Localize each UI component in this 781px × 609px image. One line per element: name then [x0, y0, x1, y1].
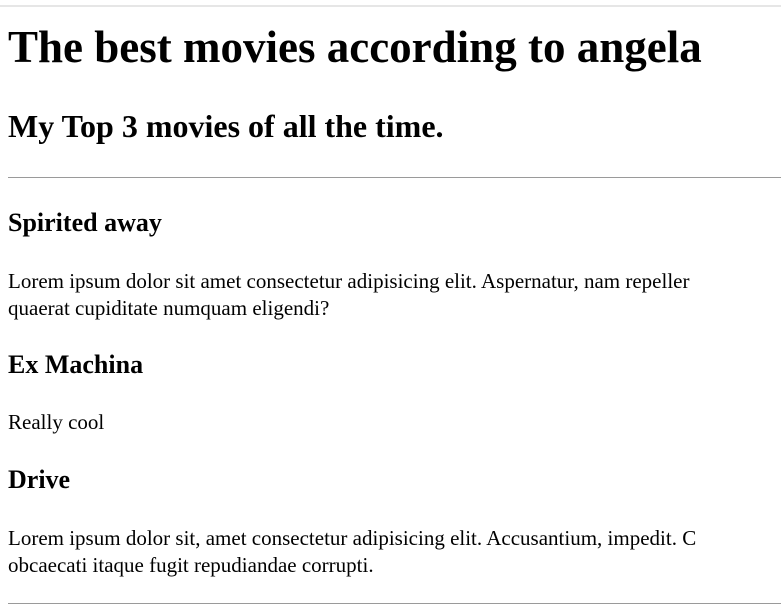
movie-description-line: Lorem ipsum dolor sit, amet consectetur …: [8, 526, 697, 550]
movie-title-drive: Drive: [8, 465, 71, 494]
page-content: The best movies according to angela My T…: [8, 0, 781, 609]
movie-description-line: Really cool: [8, 410, 105, 434]
movie-title-spirited-away: Spirited away: [8, 208, 162, 237]
movie-description-line: Lorem ipsum dolor sit amet consectetur a…: [8, 269, 690, 293]
top-divider: [8, 177, 781, 178]
movie-title-ex-machina: Ex Machina: [8, 350, 144, 379]
page-subtitle: My Top 3 movies of all the time.: [8, 108, 444, 144]
movie-description-line: quaerat cupiditate numquam eligendi?: [8, 296, 330, 320]
movie-description-line: obcaecati itaque fugit repudiandae corru…: [8, 553, 374, 577]
bottom-divider: [8, 603, 781, 604]
page-title: The best movies according to angela: [8, 22, 702, 72]
